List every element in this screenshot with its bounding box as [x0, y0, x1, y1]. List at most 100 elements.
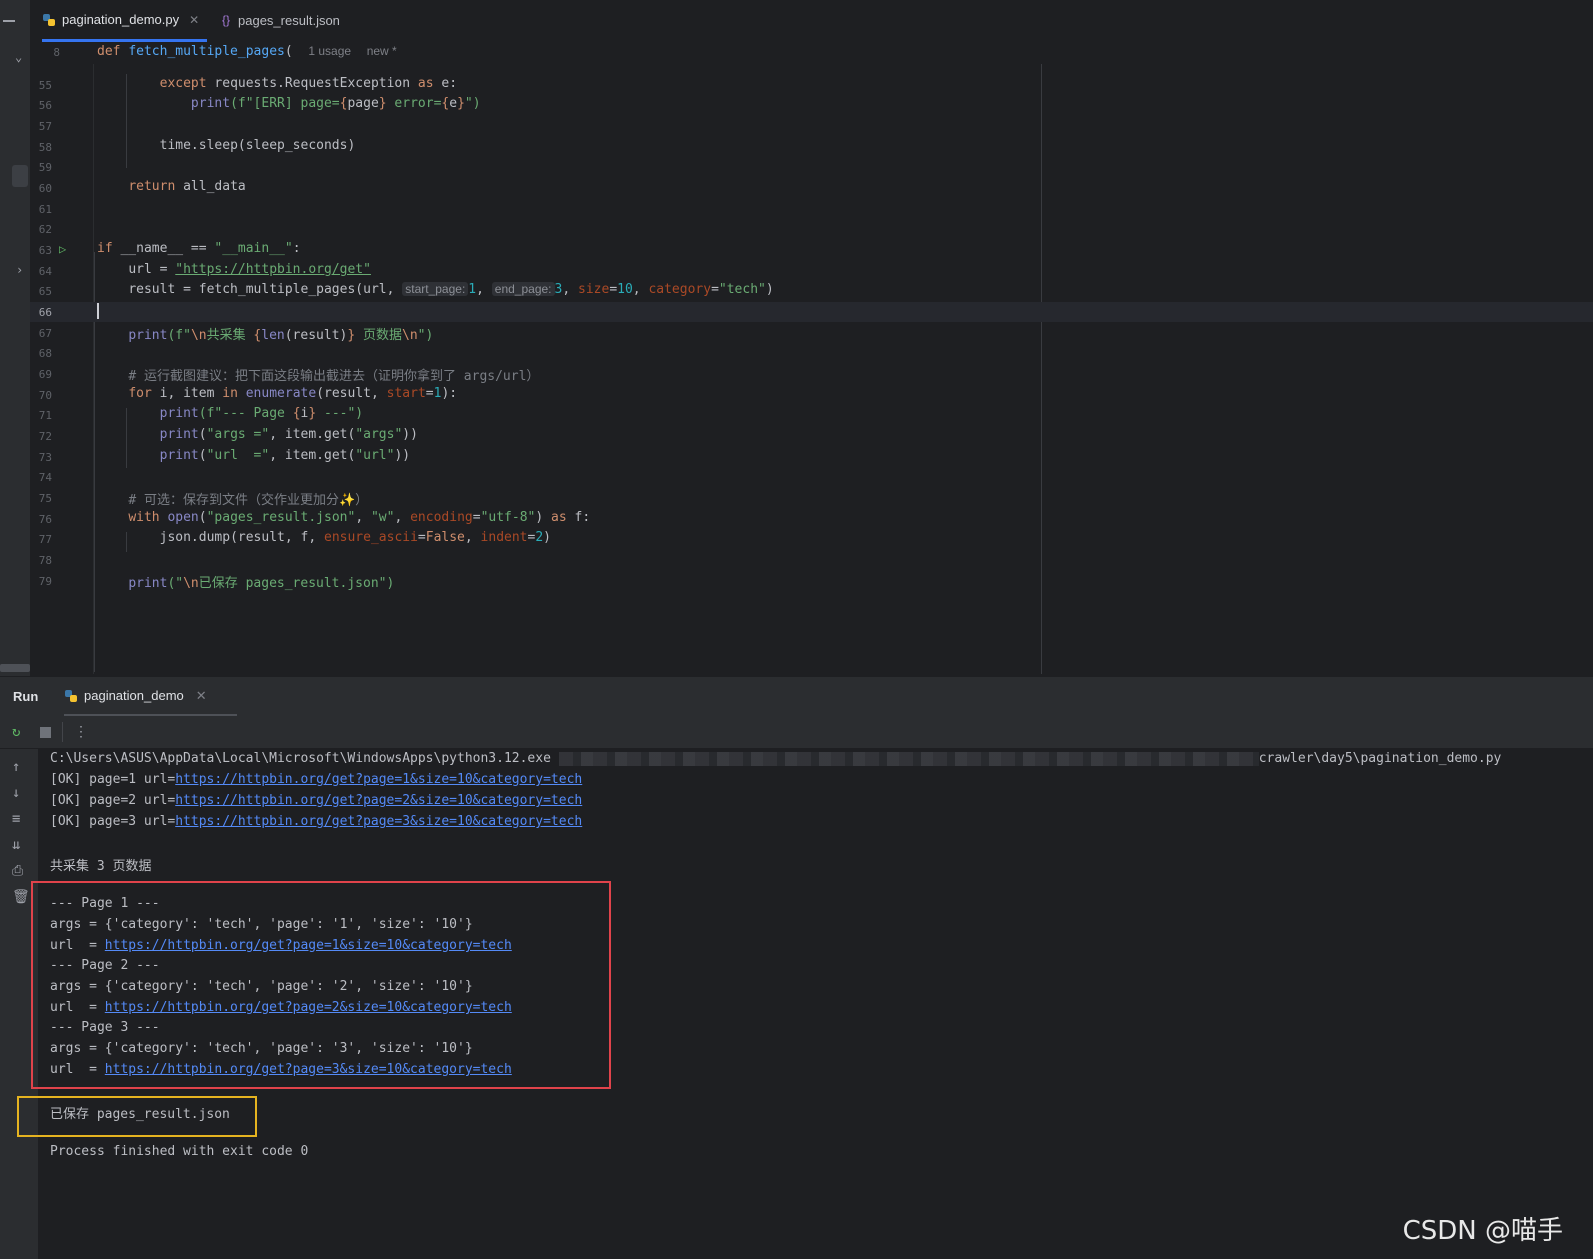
tab-pagination-demo[interactable]: pagination_demo.py ✕ [42, 0, 208, 42]
paren: ( [284, 44, 293, 59]
function-name: fetch_multiple_pages [128, 44, 285, 59]
text-caret [97, 303, 99, 319]
more-options-icon[interactable]: ⋮ [74, 724, 88, 740]
code-line[interactable]: 70 for i, item in enumerate(result, star… [30, 385, 1593, 405]
code-line[interactable]: 69 # 运行截图建议：把下面这段输出截进去（证明你拿到了 args/url） [30, 364, 1593, 384]
arrow-up-icon[interactable]: ↑ [12, 759, 20, 775]
line-number: 59 [38, 161, 52, 174]
output-link[interactable]: https://httpbin.org/get?page=3&size=10&c… [175, 814, 582, 829]
keyword: def [97, 44, 121, 59]
output-link[interactable]: https://httpbin.org/get?page=1&size=10&c… [175, 772, 582, 787]
code-line[interactable]: 76 with open("pages_result.json", "w", e… [30, 509, 1593, 529]
code-line[interactable]: 73 print("url =", item.get("url")) [30, 447, 1593, 467]
highlight-box-red [31, 881, 611, 1089]
exit-line: Process finished with exit code 0 [50, 1144, 309, 1159]
chevron-down-icon[interactable]: ⌄ [15, 50, 22, 64]
code-line[interactable]: 59 [30, 157, 1593, 177]
usage-hint[interactable]: 1 usage [308, 44, 351, 58]
code-line[interactable]: 68 [30, 343, 1593, 363]
code-line[interactable]: 72 print("args =", item.get("args")) [30, 426, 1593, 446]
print-icon[interactable]: ⎙ [12, 863, 23, 879]
code-editor[interactable]: 55 except requests.RequestException as e… [30, 64, 1593, 674]
code-line[interactable]: 57 [30, 116, 1593, 136]
line-number: 8 [53, 46, 60, 59]
trash-icon[interactable]: 🗑 [12, 889, 30, 905]
ok-line: [OK] page=2 url=https://httpbin.org/get?… [50, 793, 583, 808]
code-line[interactable]: 58 time.sleep(sleep_seconds) [30, 137, 1593, 157]
line-number: 60 [38, 182, 52, 195]
python-file-icon [65, 689, 77, 702]
ok-line: [OK] page=1 url=https://httpbin.org/get?… [50, 772, 583, 787]
toolbar-divider [62, 722, 63, 742]
code-line[interactable]: 56 print(f"[ERR] page={page} error={e}") [30, 95, 1593, 115]
run-panel-header: Run pagination_demo ✕ [0, 676, 1593, 717]
code-line[interactable]: 60 return all_data [30, 178, 1593, 198]
code-line[interactable]: 55 except requests.RequestException as e… [30, 75, 1593, 95]
code-line[interactable]: 61 [30, 199, 1593, 219]
code-line[interactable]: 74 [30, 467, 1593, 487]
param-hint: end_page: [491, 282, 555, 296]
python-file-icon [43, 13, 55, 26]
editor-tab-bar: pagination_demo.py ✕ {} pages_result.jso… [30, 0, 1593, 43]
json-file-icon: {} [222, 13, 231, 27]
line-number: 70 [38, 389, 52, 402]
line-number: 63 [38, 244, 52, 257]
line-number: 56 [38, 99, 52, 112]
code-line[interactable]: 75 # 可选：保存到文件（交作业更加分✨） [30, 488, 1593, 508]
run-tab-pagination-demo[interactable]: pagination_demo ✕ [64, 677, 237, 717]
line-number: 61 [38, 203, 52, 216]
command-line: C:\Users\ASUS\AppData\Local\Microsoft\Wi… [50, 751, 1502, 766]
arrow-down-icon[interactable]: ↓ [12, 785, 20, 801]
sticky-function-header[interactable]: 8 def fetch_multiple_pages( 1 usage new … [30, 42, 1593, 65]
line-number: 77 [38, 533, 52, 546]
code-line[interactable]: 67 print(f"\n共采集 {len(result)} 页数据\n") [30, 323, 1593, 343]
rerun-icon[interactable]: ↻ [12, 724, 20, 740]
line-number: 62 [38, 223, 52, 236]
code-line[interactable]: 77 json.dump(result, f, ensure_ascii=Fal… [30, 529, 1593, 549]
close-tab-icon[interactable]: ✕ [189, 13, 199, 27]
new-hint: new * [366, 44, 397, 58]
tab-label: pages_result.json [238, 12, 340, 28]
line-number: 71 [38, 409, 52, 422]
code-line[interactable]: 71 print(f"--- Page {i} ---") [30, 405, 1593, 425]
ok-line: [OK] page=3 url=https://httpbin.org/get?… [50, 814, 583, 829]
line-number: 78 [38, 554, 52, 567]
watermark: CSDN @喵手 [1402, 1216, 1563, 1246]
close-tab-icon[interactable]: ✕ [196, 688, 207, 704]
code-line[interactable]: 78 [30, 550, 1593, 570]
code-line[interactable]: 64 url = "https://httpbin.org/get" [30, 261, 1593, 281]
line-number: 64 [38, 265, 52, 278]
stop-icon[interactable] [40, 727, 51, 738]
scroll-to-end-icon[interactable]: ⇊ [12, 837, 20, 853]
scroll-marker[interactable] [12, 165, 28, 187]
code-line[interactable]: 65 result = fetch_multiple_pages(url, st… [30, 281, 1593, 301]
line-number: 72 [38, 430, 52, 443]
code-line[interactable]: 62 [30, 219, 1593, 239]
code-line[interactable]: 63 ▷ if __name__ == "__main__": [30, 240, 1593, 260]
editor-scrollbar[interactable] [0, 664, 30, 672]
line-number: 66 [38, 306, 52, 319]
left-tool-strip: ⌄ › [0, 0, 31, 680]
line-number: 57 [38, 120, 52, 133]
output-link[interactable]: https://httpbin.org/get?page=2&size=10&c… [175, 793, 582, 808]
line-number: 55 [38, 79, 52, 92]
line-number: 67 [38, 327, 52, 340]
line-number: 58 [38, 141, 52, 154]
highlight-box-yellow [17, 1096, 257, 1137]
run-title[interactable]: Run [13, 689, 38, 704]
line-number: 74 [38, 471, 52, 484]
code-line-current[interactable]: 66 [30, 302, 1593, 322]
code-line[interactable]: 79 print("\n已保存 pages_result.json") [30, 571, 1593, 591]
run-gutter-icon[interactable]: ▷ [59, 242, 66, 256]
soft-wrap-icon[interactable]: ≡ [12, 811, 20, 827]
run-tab-label: pagination_demo [84, 688, 184, 703]
line-number: 69 [38, 368, 52, 381]
tab-label: pagination_demo.py [62, 12, 180, 27]
total-line: 共采集 3 页数据 [50, 859, 152, 874]
chevron-right-icon[interactable]: › [16, 263, 23, 277]
tab-pages-result-json[interactable]: {} pages_result.json [222, 0, 340, 40]
minimize-icon[interactable] [3, 20, 15, 22]
line-number: 65 [38, 285, 52, 298]
run-toolbar: ↻ ⋮ [0, 716, 1593, 749]
line-number: 73 [38, 451, 52, 464]
